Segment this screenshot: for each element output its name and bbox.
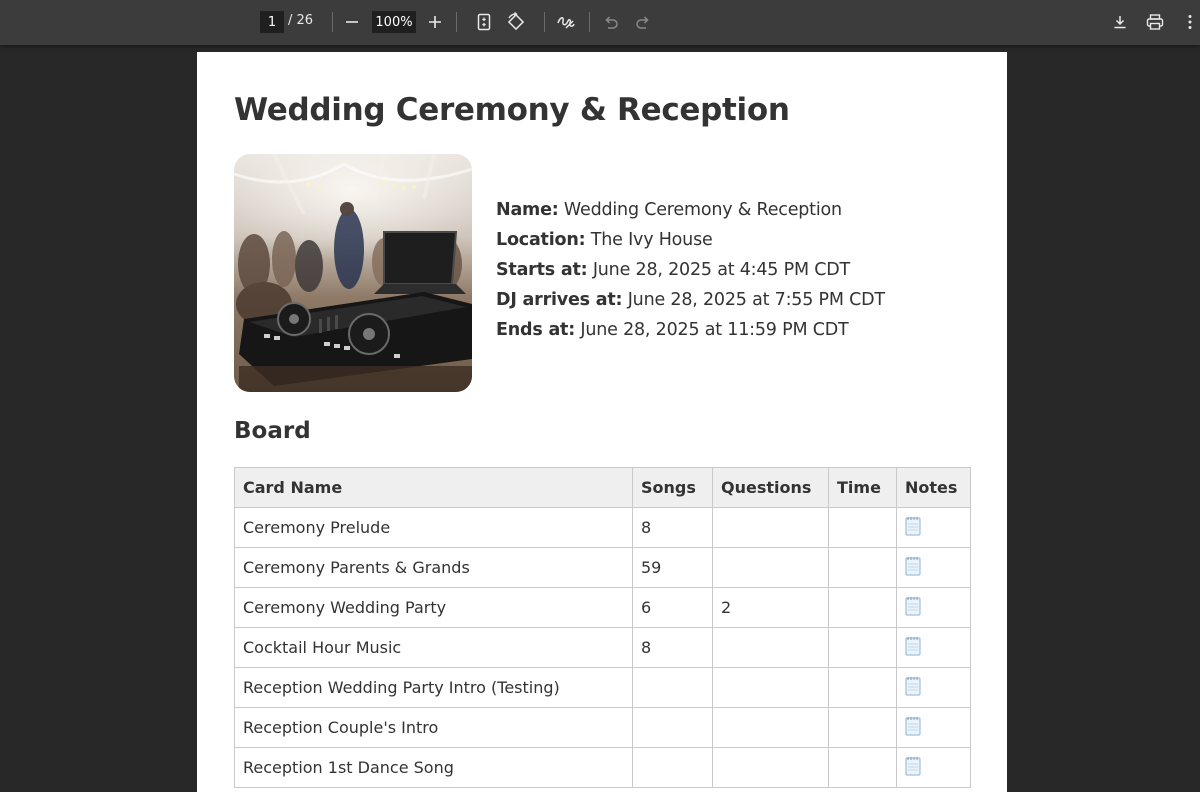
table-row: Reception 1st Dance Song [234,747,971,788]
song-count: 6 [632,587,713,628]
song-count: 8 [632,627,713,668]
time-cell [828,667,897,708]
rotate-button[interactable] [504,10,528,34]
download-icon [1114,16,1126,29]
print-icon [1146,14,1164,30]
question-count [712,627,829,668]
col-time: Time [828,467,897,508]
notes-cell [896,707,971,748]
undo-icon [605,16,618,29]
table-row: Cocktail Hour Music 8 [234,627,971,668]
pdf-page: Wedding Ceremony & Reception Name: Weddi… [197,52,1007,792]
song-count: 8 [632,507,713,548]
notes-cell [896,547,971,588]
card-name: Reception Couple's Intro [234,707,633,748]
info-row-start: Starts at: June 28, 2025 at 4:45 PM CDT [496,260,851,280]
annotate-button[interactable] [554,10,578,34]
pdf-toolbar: 1 / 26 100% [0,0,1200,45]
question-count [712,667,829,708]
notepad-icon [905,716,921,740]
event-info: Name: Wedding Ceremony & Reception Locat… [496,200,885,350]
notes-cell [896,747,971,788]
toolbar-divider [456,12,457,32]
notepad-icon [905,676,921,700]
notes-cell [896,627,971,668]
notes-cell [896,587,971,628]
question-count [712,747,829,788]
page-number-input[interactable]: 1 [260,11,284,33]
col-notes: Notes [896,467,971,508]
time-cell [828,747,897,788]
notes-cell [896,667,971,708]
page-title: Wedding Ceremony & Reception [234,92,790,128]
time-cell [828,707,897,748]
notes-cell [896,507,971,548]
notepad-icon [905,556,921,580]
zoom-level-input[interactable]: 100% [372,11,416,33]
zoom-in-button[interactable] [423,10,447,34]
col-questions: Questions [712,467,829,508]
notepad-icon [905,596,921,620]
card-name: Ceremony Prelude [234,507,633,548]
board-rows: Ceremony Prelude 8 Ceremony Parents & Gr… [234,507,971,788]
time-cell [828,507,897,548]
info-row-name: Name: Wedding Ceremony & Reception [496,200,842,220]
song-count [632,707,713,748]
col-card-name: Card Name [234,467,633,508]
question-count [712,507,829,548]
col-songs: Songs [632,467,713,508]
download-button[interactable] [1108,10,1132,34]
toolbar-divider [544,12,545,32]
zoom-out-button[interactable] [340,10,364,34]
card-name: Ceremony Wedding Party [234,587,633,628]
song-count: 59 [632,547,713,588]
table-row: Ceremony Prelude 8 [234,507,971,548]
more-options-button[interactable] [1178,10,1200,34]
undo-button[interactable] [599,10,623,34]
time-cell [828,587,897,628]
table-row: Ceremony Parents & Grands 59 [234,547,971,588]
info-row-dj-arrival: DJ arrives at: June 28, 2025 at 7:55 PM … [496,290,885,310]
question-count: 2 [712,587,829,628]
table-row: Ceremony Wedding Party 6 2 [234,587,971,628]
draw-icon [557,17,575,29]
info-row-location: Location: The Ivy House [496,230,713,250]
board-table: Card Name Songs Questions Time Notes Cer… [234,467,971,788]
info-row-end: Ends at: June 28, 2025 at 11:59 PM CDT [496,320,849,340]
board-heading: Board [234,418,311,444]
table-header-row: Card Name Songs Questions Time Notes [234,467,971,508]
minus-icon [346,21,358,23]
table-row: Reception Wedding Party Intro (Testing) [234,667,971,708]
fit-page-button[interactable] [472,10,496,34]
redo-button[interactable] [631,10,655,34]
toolbar-divider [332,12,333,32]
card-name: Reception 1st Dance Song [234,747,633,788]
notepad-icon [905,516,921,540]
plus-icon [429,16,441,28]
song-count [632,747,713,788]
table-row: Reception Couple's Intro [234,707,971,748]
dj-setup-photo [234,154,472,392]
notepad-icon [905,756,921,780]
question-count [712,547,829,588]
card-name: Ceremony Parents & Grands [234,547,633,588]
card-name: Reception Wedding Party Intro (Testing) [234,667,633,708]
question-count [712,707,829,748]
fit-page-icon [477,13,491,31]
time-cell [828,547,897,588]
time-cell [828,627,897,668]
rotate-icon [507,12,525,31]
notepad-icon [905,636,921,660]
card-name: Cocktail Hour Music [234,627,633,668]
more-vert-icon [1188,15,1192,29]
print-button[interactable] [1143,10,1167,34]
page-total: / 26 [288,13,314,28]
song-count [632,667,713,708]
toolbar-divider [589,12,590,32]
redo-icon [636,16,649,29]
